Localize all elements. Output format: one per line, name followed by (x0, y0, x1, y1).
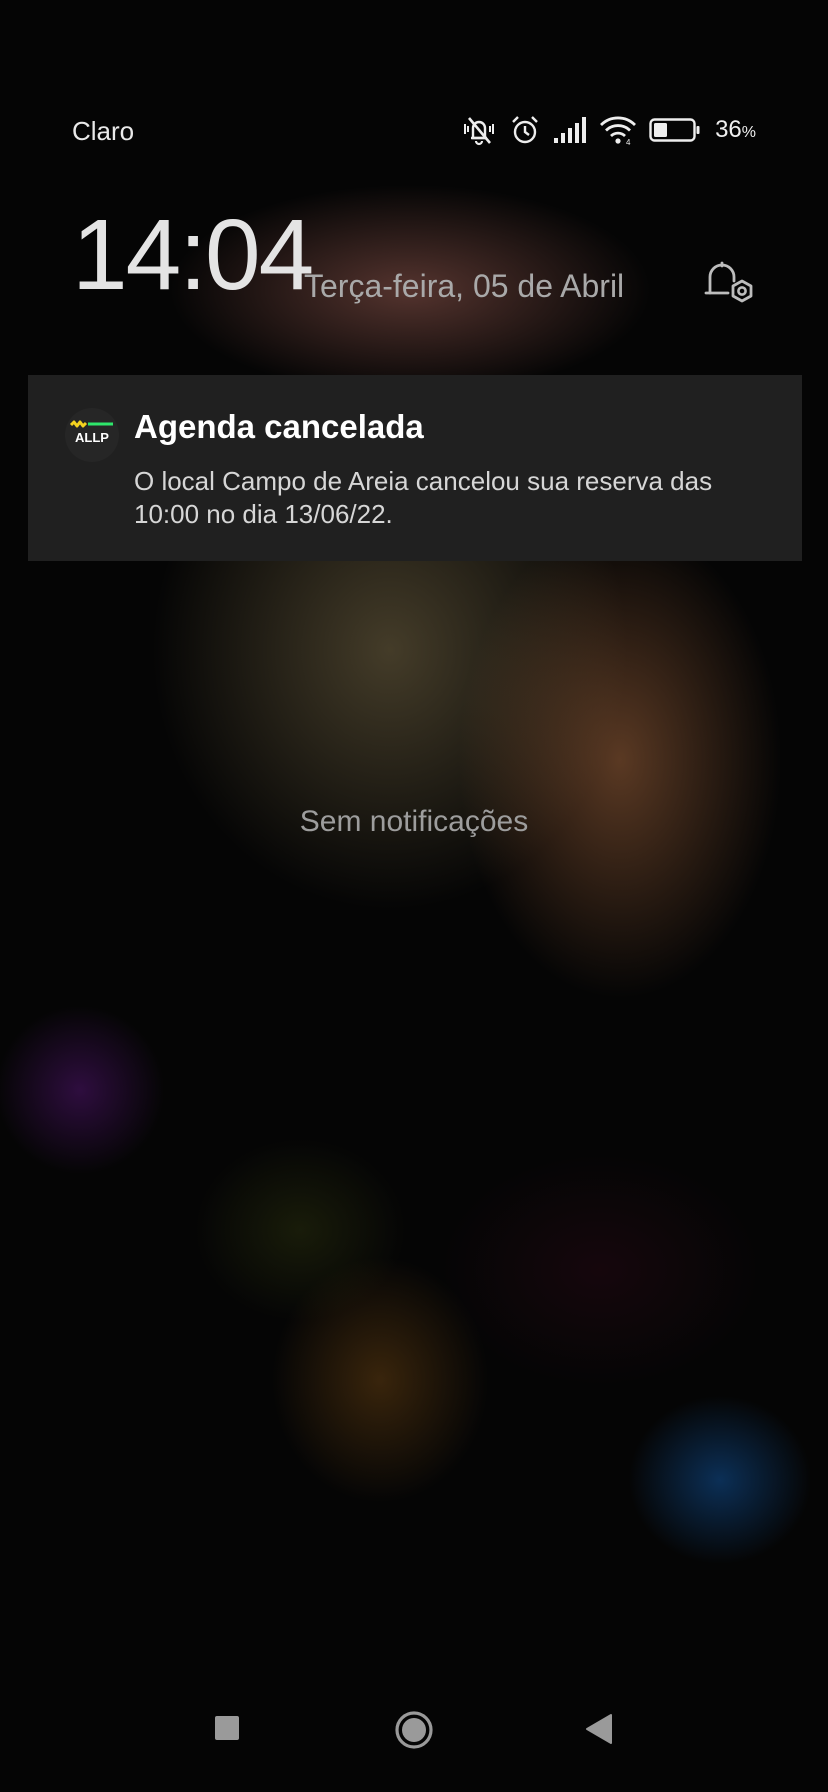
status-bar: Claro 4 36% (0, 0, 828, 170)
svg-text:4: 4 (626, 138, 631, 145)
lockscreen-date: Terça-feira, 05 de Abril (304, 268, 625, 304)
signal-icon (553, 116, 587, 144)
circle-icon (395, 1711, 433, 1749)
empty-notifications-label: Sem notificações (299, 805, 529, 838)
square-icon (215, 1716, 239, 1740)
bell-settings-icon (704, 261, 753, 303)
navigation-bar (0, 1710, 828, 1770)
battery-percentage: 36% (715, 116, 756, 144)
notification-body: O local Campo de Areia cancelou sua rese… (134, 466, 713, 529)
home-button[interactable] (394, 1710, 434, 1755)
lockscreen-clock: 14:04 (72, 199, 314, 311)
recents-button[interactable] (213, 1714, 241, 1747)
notification-settings-button[interactable] (700, 255, 760, 309)
allp-logo-text: ALLP (75, 430, 109, 445)
carrier-label: Claro (72, 116, 135, 146)
vibrate-off-icon (461, 114, 497, 146)
battery-icon (649, 117, 701, 143)
notification-card[interactable]: ALLP Agenda cancelada O local Campo de A… (28, 375, 802, 561)
wifi-icon: 4 (599, 115, 637, 145)
battery-unit: % (741, 124, 756, 141)
status-icons: 4 36% (461, 112, 756, 148)
allp-logo-icon: ALLP (65, 408, 119, 462)
alarm-icon (509, 114, 541, 146)
notification-title: Agenda cancelada (134, 408, 424, 445)
battery-value: 36 (715, 116, 742, 143)
back-button[interactable] (584, 1713, 614, 1750)
triangle-back-icon (586, 1714, 612, 1744)
